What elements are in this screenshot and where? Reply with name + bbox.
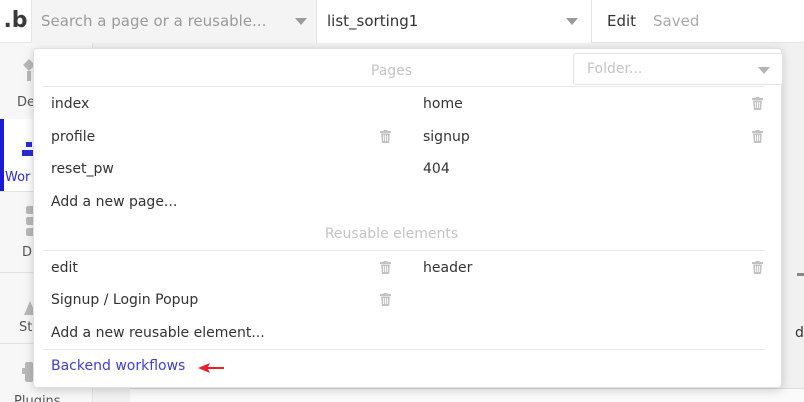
- bubble-logo[interactable]: .b: [0, 0, 31, 43]
- add-page-link[interactable]: Add a new page...: [51, 194, 177, 210]
- reusable-item-edit[interactable]: edit: [51, 260, 78, 276]
- reusable-item-header[interactable]: header: [423, 260, 472, 276]
- trash-icon[interactable]: [752, 261, 763, 274]
- backend-workflows-link[interactable]: Backend workflows: [51, 358, 185, 374]
- divider: [43, 349, 765, 350]
- edit-menu[interactable]: Edit: [607, 12, 636, 30]
- trash-icon[interactable]: [752, 97, 763, 110]
- trash-icon[interactable]: [752, 130, 763, 143]
- page-picker-panel: Pages Folder... index home profile signu…: [33, 48, 783, 388]
- sidebar-item-label: Plugins: [14, 394, 61, 402]
- top-bar: .b Search a page or a reusable... list_s…: [0, 0, 804, 43]
- chevron-down-icon: [295, 18, 307, 25]
- trash-icon[interactable]: [380, 130, 391, 143]
- sidebar-item-label: St: [19, 320, 33, 335]
- page-item-signup[interactable]: signup: [423, 129, 470, 145]
- chevron-down-icon: [758, 67, 770, 74]
- folder-placeholder: Folder...: [587, 61, 643, 77]
- canvas-bottom-strip: [130, 388, 804, 402]
- divider: [43, 250, 765, 251]
- trash-icon[interactable]: [380, 293, 391, 306]
- page-item-profile[interactable]: profile: [51, 129, 95, 145]
- chevron-down-icon: [566, 18, 578, 25]
- red-arrow-annotation-icon: [198, 363, 224, 373]
- current-page-value: list_sorting1: [327, 12, 419, 30]
- sidebar-item-label: D: [22, 245, 33, 260]
- divider: [43, 86, 765, 87]
- page-search-placeholder: Search a page or a reusable...: [41, 12, 267, 30]
- sidebar-item-label: Wor: [5, 170, 31, 185]
- save-status: Saved: [653, 12, 700, 30]
- canvas-edge-line: [797, 273, 804, 276]
- folder-select[interactable]: Folder...: [573, 53, 783, 85]
- canvas-edge-text: d: [795, 325, 804, 341]
- reusable-item-signup-login-popup[interactable]: Signup / Login Popup: [51, 292, 198, 308]
- reusables-section-title: Reusable elements: [324, 226, 459, 242]
- page-item-home[interactable]: home: [423, 96, 463, 112]
- page-item-index[interactable]: index: [51, 96, 89, 112]
- page-item-404[interactable]: 404: [423, 161, 450, 177]
- trash-icon[interactable]: [380, 261, 391, 274]
- current-page-select[interactable]: list_sorting1: [317, 0, 592, 43]
- logo-text: .b: [3, 8, 28, 33]
- add-reusable-link[interactable]: Add a new reusable element...: [51, 325, 265, 341]
- page-search-dropdown[interactable]: Search a page or a reusable...: [31, 0, 317, 43]
- page-item-reset-pw[interactable]: reset_pw: [51, 161, 114, 177]
